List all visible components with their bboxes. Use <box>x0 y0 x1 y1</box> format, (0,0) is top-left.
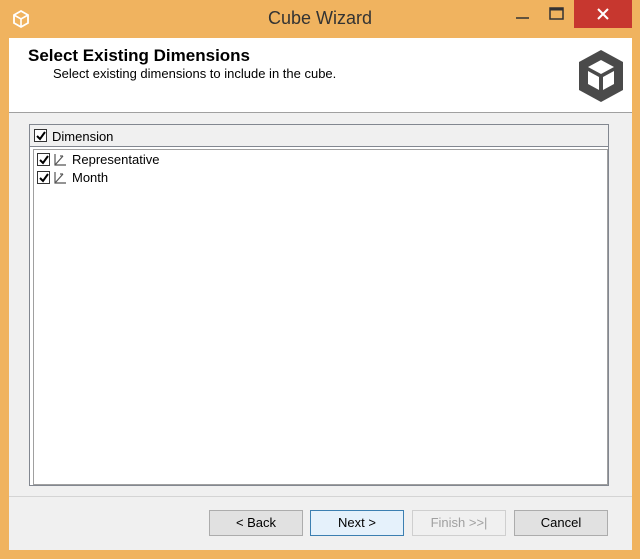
title-bar[interactable]: Cube Wizard <box>0 0 640 38</box>
cancel-button[interactable]: Cancel <box>514 510 608 536</box>
item-checkbox[interactable] <box>37 171 50 184</box>
checkmark-icon <box>39 155 49 165</box>
dimension-column-header[interactable]: Dimension <box>30 125 608 147</box>
column-header-label: Dimension <box>52 129 114 144</box>
next-button[interactable]: Next > <box>310 510 404 536</box>
item-checkbox[interactable] <box>37 153 50 166</box>
checkmark-icon <box>39 173 49 183</box>
select-all-checkbox[interactable] <box>34 129 47 142</box>
finish-button: Finish >>| <box>412 510 506 536</box>
dimension-list: Dimension Representative Month <box>29 124 609 486</box>
dimension-icon <box>54 154 66 166</box>
wizard-header: Select Existing Dimensions Select existi… <box>9 38 632 113</box>
page-subtitle: Select existing dimensions to include in… <box>53 66 337 81</box>
page-title: Select Existing Dimensions <box>28 46 251 65</box>
maximize-button[interactable] <box>539 0 573 28</box>
minimize-icon <box>516 17 529 19</box>
button-separator <box>9 496 632 497</box>
close-icon <box>597 8 609 20</box>
checkmark-icon <box>36 131 46 141</box>
cube-logo-icon <box>579 50 623 102</box>
dimension-icon <box>54 172 66 184</box>
list-item[interactable]: Representative <box>34 151 604 169</box>
list-item-label: Month <box>72 170 109 185</box>
back-button[interactable]: < Back <box>209 510 303 536</box>
list-item[interactable]: Month <box>34 169 604 187</box>
dimension-list-body[interactable]: Representative Month <box>33 149 608 485</box>
list-item-label: Representative <box>72 152 160 167</box>
wizard-client-area: Select Existing Dimensions Select existi… <box>9 38 632 550</box>
cube-wizard-window: Cube Wizard Select Existing Dimensions S… <box>0 0 640 559</box>
maximize-icon <box>549 7 564 20</box>
close-button[interactable] <box>574 0 632 28</box>
minimize-button[interactable] <box>505 0 539 28</box>
